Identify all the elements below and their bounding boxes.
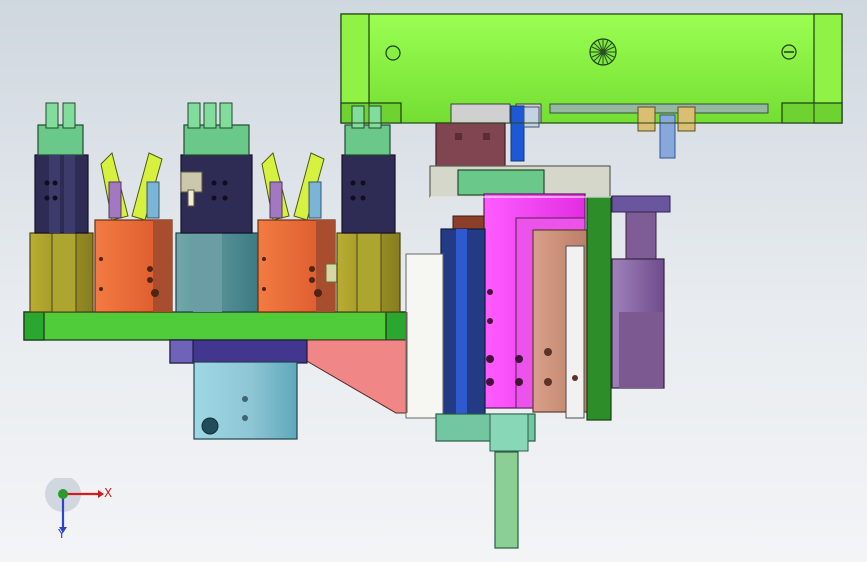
left-gripper-module (29, 102, 94, 313)
main-base-plate (23, 311, 408, 341)
screw-head-icon (781, 44, 797, 60)
beam-center-fan-icon (589, 38, 617, 66)
triad-x-label: X (104, 486, 113, 500)
beam-hole-left-icon (385, 45, 401, 61)
triad-y-label: Y (58, 527, 66, 541)
support-bore-icon (201, 417, 219, 435)
base-support-block (169, 339, 408, 440)
cad-viewport[interactable]: X Y Z (0, 0, 867, 562)
gripper-icon (100, 152, 163, 221)
mechanical-assembly-scene (23, 13, 843, 549)
left-orange-actuator (94, 152, 173, 313)
side-actuator (611, 195, 671, 389)
center-left-gripper-module (175, 102, 259, 313)
right-gripper-module (336, 105, 401, 313)
vertical-slide-assembly (405, 122, 612, 549)
